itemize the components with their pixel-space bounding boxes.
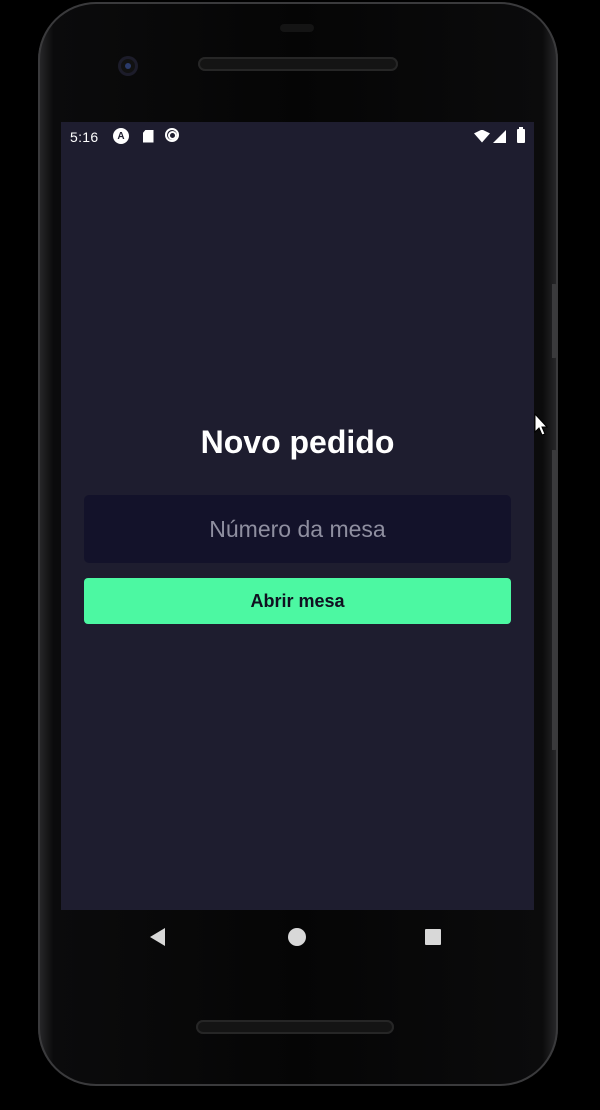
wifi-icon	[474, 129, 490, 143]
power-button	[552, 284, 558, 358]
home-icon[interactable]	[288, 928, 306, 946]
sd-card-icon	[140, 128, 156, 144]
page-title: Novo pedido	[200, 424, 395, 460]
sync-icon	[165, 128, 179, 142]
mouse-cursor-icon	[534, 413, 548, 436]
proximity-sensor	[280, 24, 314, 32]
recents-icon[interactable]	[425, 929, 441, 945]
status-bar: 5:16 A	[61, 122, 534, 150]
navigation-bar	[61, 910, 534, 962]
signal-icon	[493, 130, 506, 143]
earpiece-speaker	[198, 57, 398, 71]
table-number-input[interactable]	[84, 495, 511, 563]
open-table-button[interactable]: Abrir mesa	[84, 578, 511, 624]
status-time: 5:16	[70, 129, 99, 145]
bottom-speaker	[196, 1020, 394, 1034]
app-screen: 5:16 A Novo pedido Abrir mesa	[61, 122, 548, 910]
back-icon[interactable]	[150, 928, 165, 946]
volume-rocker	[552, 450, 558, 750]
front-camera	[118, 56, 138, 76]
expo-a-icon: A	[113, 128, 129, 144]
battery-icon	[517, 127, 525, 143]
